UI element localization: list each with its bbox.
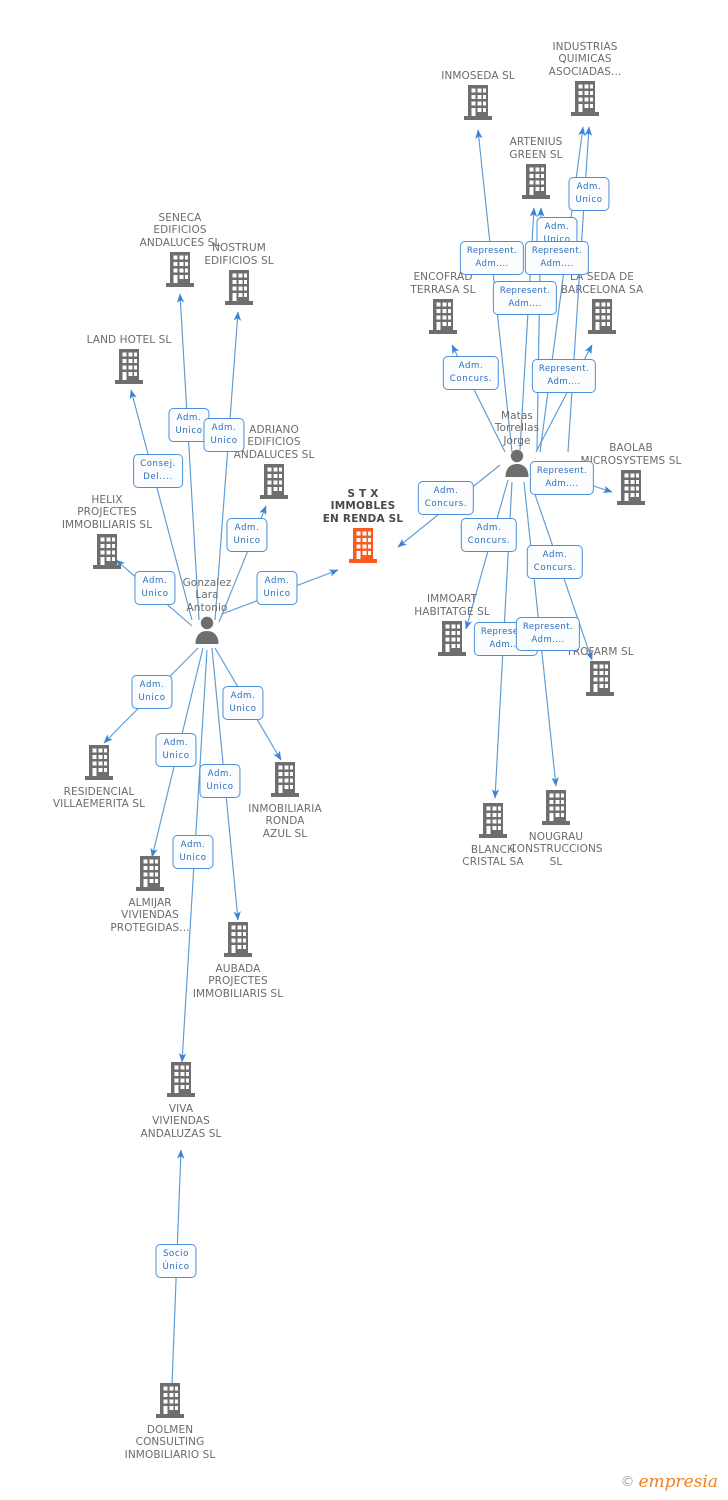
building-icon: [29, 743, 169, 785]
building-icon: [293, 526, 433, 568]
node-label: ARTENIUS GREEN SL: [509, 136, 563, 161]
relation-label-l5[interactable]: Adm. Unico: [134, 571, 176, 605]
relation-label-r6[interactable]: Adm. Concurs.: [442, 356, 500, 390]
node-label: HELIX PROJECTES IMMOBILIARIS SL: [61, 493, 153, 531]
node-label: INDUSTRIAS QUIMICAS ASOCIADAS...: [548, 40, 622, 78]
building-icon: [59, 347, 199, 389]
node-label: INMOBILIARIA RONDA AZUL SL: [248, 803, 322, 840]
company-node-aubada[interactable]: AUBADA PROJECTES IMMOBILIARIS SL: [168, 920, 308, 1000]
relation-label-l9[interactable]: Adm. Unico: [155, 733, 197, 767]
company-node-industrias[interactable]: INDUSTRIAS QUIMICAS ASOCIADAS...: [515, 41, 655, 121]
company-node-landhotel[interactable]: LAND HOTEL SL: [59, 334, 199, 389]
relation-label-r1[interactable]: Adm. Unico: [568, 177, 610, 211]
relation-label-r5[interactable]: Represent. Adm....: [492, 281, 558, 315]
node-label: NOSTRUM EDIFICIOS SL: [204, 242, 274, 267]
company-node-trofarm[interactable]: TROFARM SL: [530, 646, 670, 701]
company-node-dolmen[interactable]: DOLMEN CONSULTING INMOBILIARIO SL: [100, 1381, 240, 1461]
company-node-viva[interactable]: VIVA VIVIENDAS ANDALUZAS SL: [111, 1060, 251, 1140]
company-node-nougrau[interactable]: NOUGRAU CONSTRUCCIONS SL: [486, 788, 626, 868]
relation-label-r7[interactable]: Represent. Adm....: [531, 359, 597, 393]
relation-label-l2[interactable]: Adm. Unico: [203, 418, 245, 452]
relation-label-r13[interactable]: Represent. Adm....: [515, 617, 581, 651]
building-icon: [168, 920, 308, 962]
node-label: RESIDENCIAL VILLAEMERITA SL: [52, 786, 146, 811]
building-icon: [169, 268, 309, 310]
relation-label-r3[interactable]: Represent. Adm....: [459, 241, 525, 275]
node-label: LAND HOTEL SL: [86, 333, 172, 346]
relation-label-r9[interactable]: Adm. Concurs.: [417, 481, 475, 515]
company-node-helix[interactable]: HELIX PROJECTES IMMOBILIARIS SL: [37, 494, 177, 574]
relation-label-l6[interactable]: Adm. Unico: [256, 571, 298, 605]
node-label: DOLMEN CONSULTING INMOBILIARIO SL: [124, 1424, 216, 1461]
relation-label-r10[interactable]: Adm. Concurs.: [460, 518, 518, 552]
building-icon: [530, 659, 670, 701]
empresia-logo: empresia: [638, 1472, 718, 1492]
building-icon: [100, 1381, 240, 1423]
network-diagram-canvas: INMOSEDA SL INDUSTRIAS QUIMICAS ASOCIADAS…: [0, 0, 728, 1500]
building-icon: [515, 79, 655, 121]
copyright-icon: ©: [620, 1474, 635, 1490]
building-icon: [37, 532, 177, 574]
relation-label-l11[interactable]: Adm. Unico: [172, 835, 214, 869]
watermark: © empresia: [620, 1472, 718, 1492]
relation-label-r4[interactable]: Represent. Adm....: [524, 241, 590, 275]
relation-label-r8[interactable]: Represent. Adm....: [529, 461, 595, 495]
building-icon: [111, 1060, 251, 1102]
relation-label-l12[interactable]: Socio Único: [155, 1244, 197, 1278]
company-node-nostrum[interactable]: NOSTRUM EDIFICIOS SL: [169, 242, 309, 310]
relation-label-l8[interactable]: Adm. Unico: [222, 686, 264, 720]
node-label: VIVA VIVIENDAS ANDALUZAS SL: [140, 1103, 222, 1140]
node-label: NOUGRAU CONSTRUCCIONS SL: [509, 831, 603, 868]
relation-label-l4[interactable]: Adm. Unico: [226, 518, 268, 552]
node-label: AUBADA PROJECTES IMMOBILIARIS SL: [192, 963, 284, 1000]
building-icon: [486, 788, 626, 830]
company-node-residencial[interactable]: RESIDENCIAL VILLAEMERITA SL: [29, 743, 169, 811]
person-icon: [137, 615, 277, 649]
relation-label-l7[interactable]: Adm. Unico: [131, 675, 173, 709]
relation-label-l10[interactable]: Adm. Unico: [199, 764, 241, 798]
building-icon: [204, 462, 344, 504]
node-label: IMMOART HABITATGE SL: [414, 593, 490, 618]
relation-label-r11[interactable]: Adm. Concurs.: [526, 545, 584, 579]
relation-label-l3[interactable]: Consej. Del....: [133, 454, 183, 488]
